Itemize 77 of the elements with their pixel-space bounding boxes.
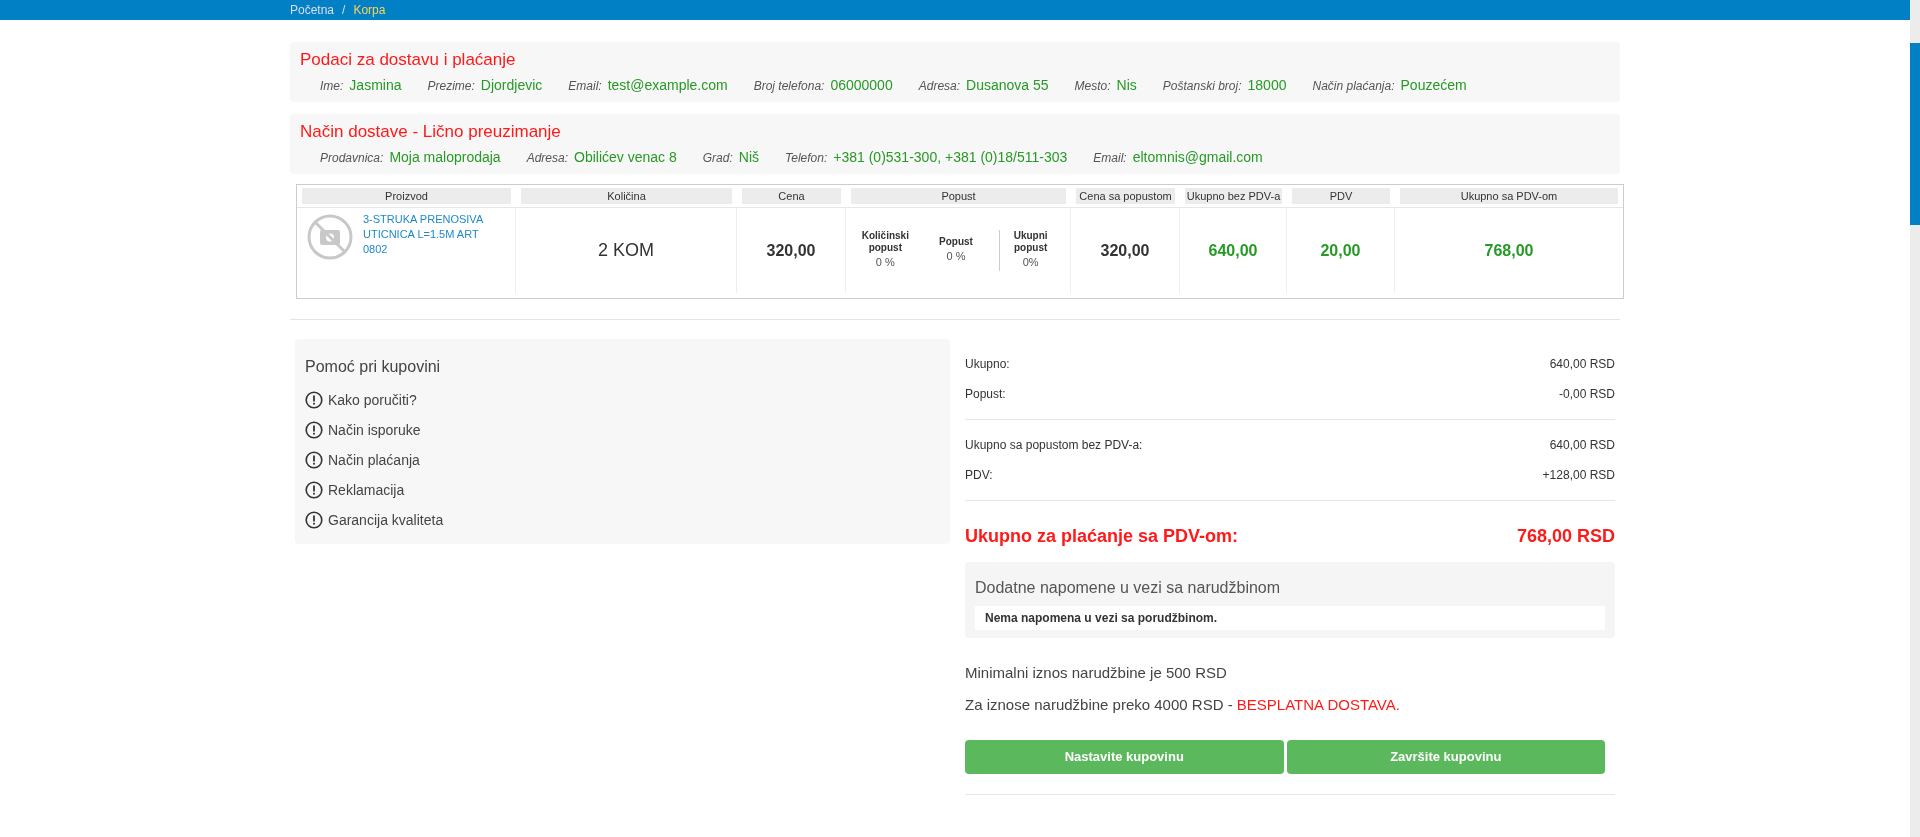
discounted-price-cell: 320,00	[1071, 208, 1180, 293]
discount-value: 0%	[1022, 255, 1039, 271]
subtotal-cell: 640,00	[1180, 208, 1287, 293]
discount-label: Količinski popust	[860, 230, 910, 255]
field-value: Obilićev venac 8	[574, 148, 677, 167]
help-title: Pomoć pri kupovini	[305, 357, 442, 377]
price-cell: 320,00	[737, 208, 846, 293]
exclamation-circle-icon	[305, 391, 323, 409]
summary-label: Popust:	[965, 386, 1006, 403]
column-header: Količina	[521, 188, 732, 204]
total-cell-text: 768,00	[1483, 240, 1535, 261]
field-label: Broj telefona:	[753, 78, 825, 95]
summary-value: +128,00 RSD	[1542, 467, 1615, 484]
help-link[interactable]: Način plaćanja	[328, 449, 420, 471]
field-label: Prodavnica:	[320, 150, 384, 167]
quantity-cell: 2 KOM	[516, 208, 737, 293]
summary-value: -0,00 RSD	[1558, 386, 1615, 403]
scrollbar-thumb[interactable]	[1910, 43, 1920, 225]
discount-label: Popust	[938, 236, 974, 249]
field-label: Email:	[1093, 150, 1127, 167]
field-label: Prezime:	[427, 78, 475, 95]
field-label: Poštanski broj:	[1162, 78, 1242, 95]
summary-value: 640,00 RSD	[1549, 356, 1615, 373]
info-text: Minimalni iznos narudžbine je 500 RSD	[965, 663, 1228, 683]
exclamation-circle-icon	[305, 481, 323, 499]
exclamation-circle-icon	[305, 511, 323, 529]
discount-value: 0 %	[946, 249, 966, 265]
column-header: Ukupno bez PDV-a	[1185, 188, 1282, 204]
column-header: PDV	[1292, 188, 1390, 204]
summary-label: Ukupno:	[965, 356, 1010, 373]
grand-total-label: Ukupno za plaćanje sa PDV-om:	[965, 525, 1239, 548]
breadcrumb-separator: /	[342, 2, 346, 19]
notes-text: Nema napomena u vezi sa porudžbinom.	[975, 606, 1605, 630]
field-value: 06000000	[830, 76, 893, 95]
help-link[interactable]: Reklamacija	[328, 479, 405, 501]
field-value: Nis	[1116, 76, 1137, 95]
field-label: Email:	[568, 78, 602, 95]
notes-title: Dodatne napomene u vezi sa narudžbinom	[975, 578, 1282, 598]
field-label: Ime:	[320, 78, 344, 95]
exclamation-circle-icon	[305, 451, 323, 469]
field-value: test@example.com	[607, 76, 728, 95]
field-label: Telefon:	[785, 150, 828, 167]
field-value: Djordjevic	[480, 76, 543, 95]
help-link[interactable]: Način isporuke	[328, 419, 421, 441]
field-value: eltomnis@gmail.com	[1132, 148, 1263, 167]
summary-value: 640,00 RSD	[1549, 437, 1615, 454]
field-value: Pouzećem	[1400, 76, 1467, 95]
field-label: Grad:	[702, 150, 733, 167]
field-label: Adresa:	[526, 150, 569, 167]
field-label: Mesto:	[1074, 78, 1111, 95]
exclamation-circle-icon	[305, 421, 323, 439]
discount-value: 0 %	[875, 255, 895, 271]
column-header: Popust	[851, 188, 1066, 204]
field-value: 18000	[1247, 76, 1287, 95]
field-value: Niš	[738, 148, 759, 167]
column-header: Cena sa popustom	[1076, 188, 1175, 204]
discount-label: Ukupni popust	[1012, 230, 1049, 255]
help-link[interactable]: Garancija kvaliteta	[328, 509, 444, 531]
field-label: Adresa:	[918, 78, 961, 95]
field-label: Način plaćanja:	[1312, 78, 1395, 95]
column-header: Cena	[742, 188, 841, 204]
product-link[interactable]: 3-STRUKA PRENOSIVA UTICNICA L=1.5M ART 0802	[363, 212, 493, 257]
vat-cell: 20,00	[1287, 208, 1395, 293]
field-value: +381 (0)531-300, +381 (0)18/511-303	[833, 148, 1068, 167]
no-photo-icon	[307, 214, 353, 260]
help-link[interactable]: Kako poručiti?	[328, 389, 417, 411]
field-value: Dusanova 55	[966, 76, 1049, 95]
column-header: Ukupno sa PDV-om	[1400, 188, 1618, 204]
field-value: Moja maloprodaja	[389, 148, 501, 167]
section-title: Podaci za dostavu i plaćanje	[300, 49, 517, 71]
column-header: Proizvod	[302, 188, 511, 204]
summary-label: Ukupno sa popustom bez PDV-a:	[965, 437, 1143, 454]
section-title: Način dostave - Lično preuzimanje	[300, 121, 562, 143]
field-value: Jasmina	[349, 76, 402, 95]
info-text: Za iznose narudžbine preko 4000 RSD - BESPLATNA DOSTAVA.	[965, 694, 1401, 715]
grand-total-value: 768,00 RSD	[1516, 525, 1615, 548]
summary-label: PDV:	[965, 467, 993, 484]
